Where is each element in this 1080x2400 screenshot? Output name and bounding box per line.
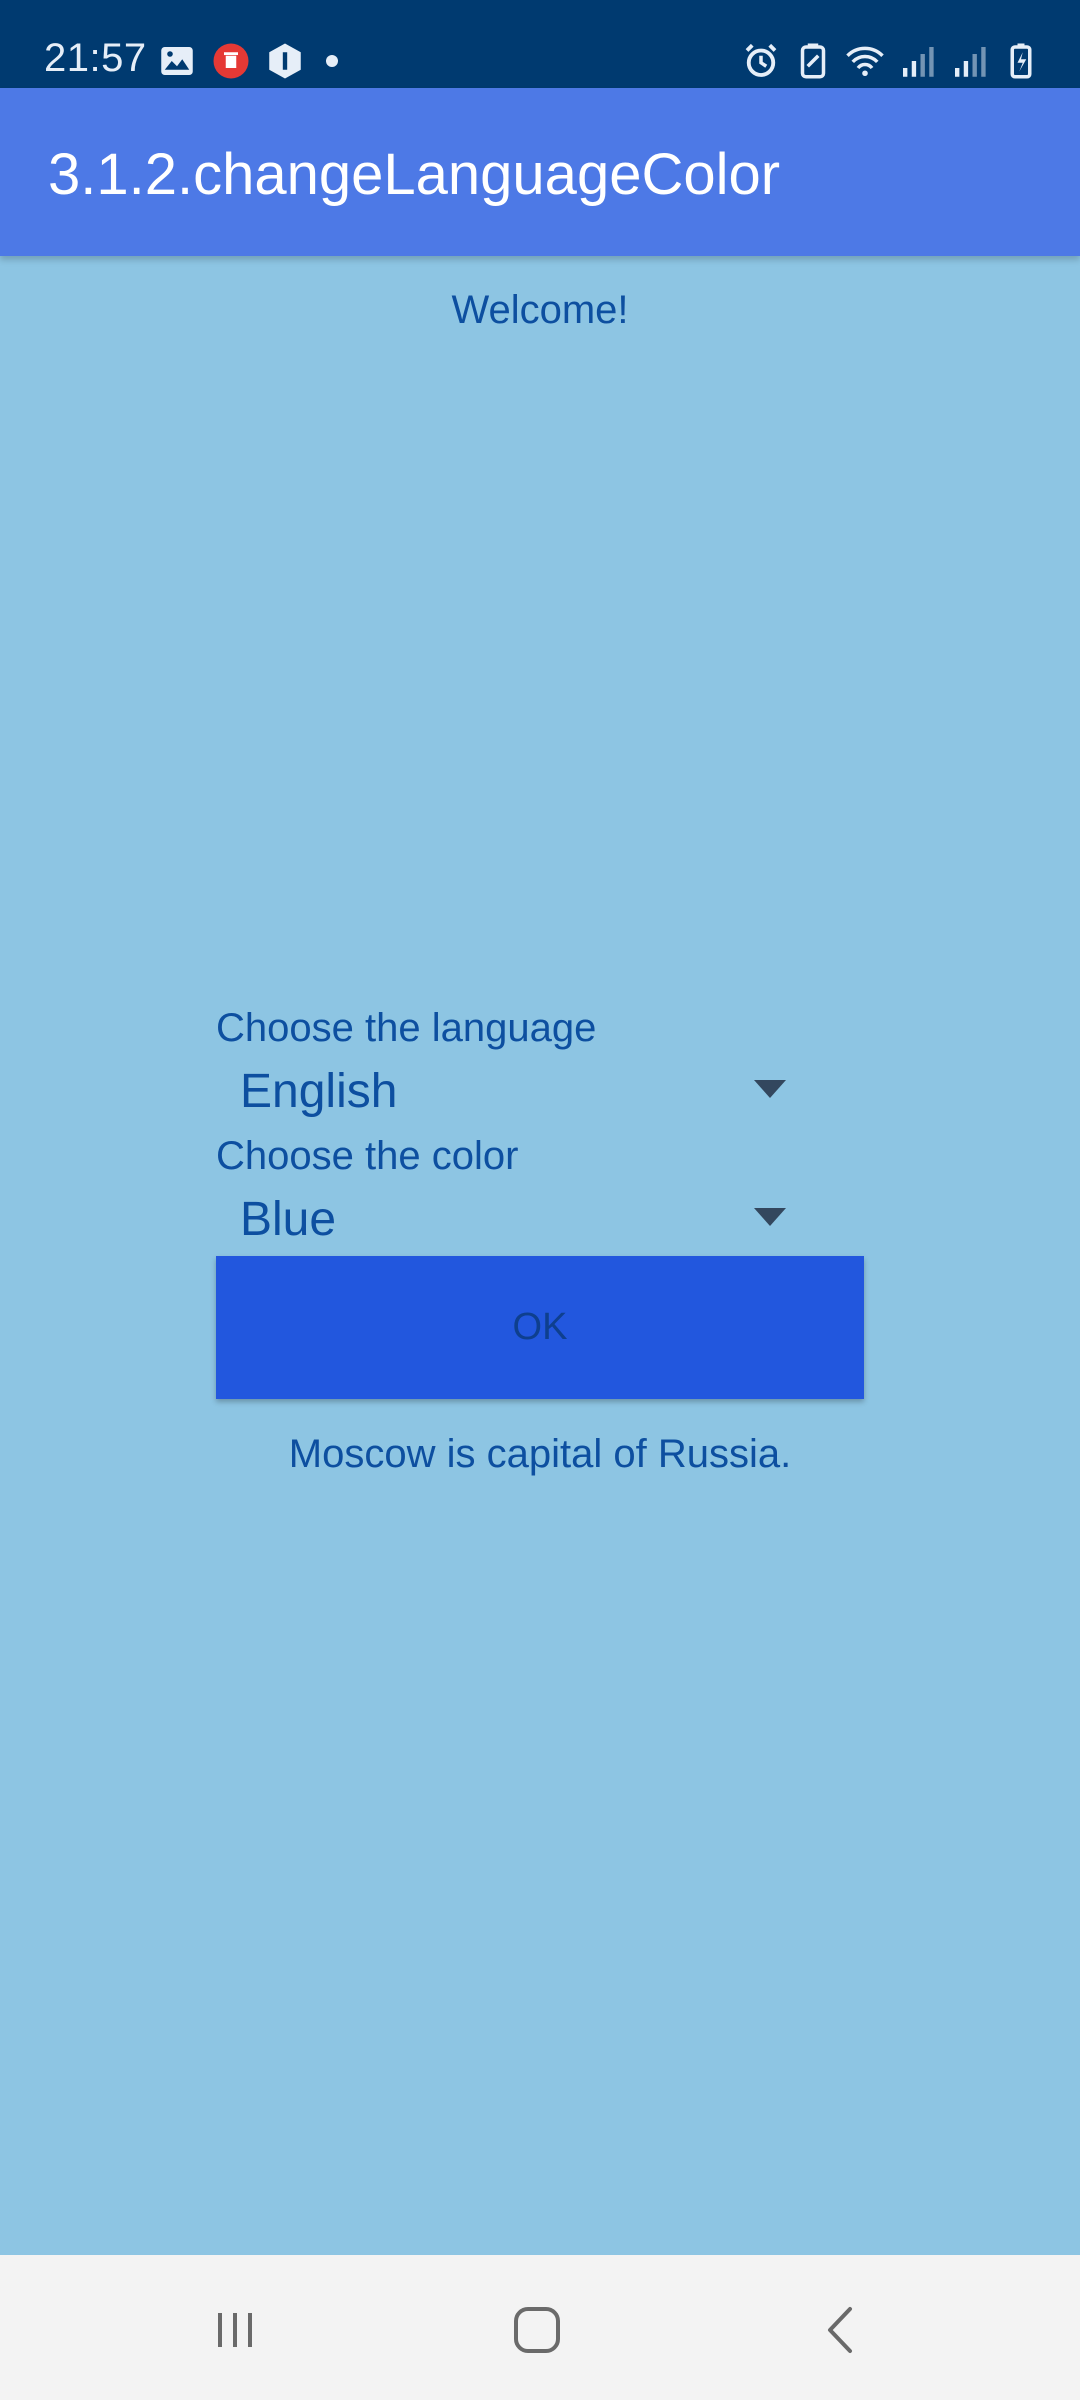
language-spinner-value: English bbox=[240, 1065, 398, 1118]
back-icon bbox=[828, 2307, 852, 2353]
color-spinner-value: Blue bbox=[240, 1193, 337, 1246]
image-icon bbox=[156, 40, 198, 82]
status-left-icons bbox=[156, 38, 338, 84]
alarm-icon bbox=[740, 40, 782, 82]
status-time: 21:57 bbox=[44, 36, 147, 80]
app-title: 3.1.2.changeLanguageColor bbox=[48, 142, 781, 207]
welcome-text: Welcome! bbox=[451, 288, 629, 332]
language-label: Choose the language bbox=[216, 1006, 597, 1050]
dropdown-arrow-icon bbox=[754, 1080, 786, 1098]
recent-apps-button[interactable] bbox=[190, 2285, 280, 2375]
language-spinner[interactable]: English bbox=[216, 1052, 816, 1132]
shield-icon bbox=[264, 40, 306, 82]
color-spinner[interactable]: Blue bbox=[216, 1180, 816, 1260]
ok-button[interactable]: OK bbox=[216, 1256, 864, 1399]
home-icon bbox=[514, 2307, 560, 2353]
color-label: Choose the color bbox=[216, 1134, 519, 1178]
back-button[interactable] bbox=[796, 2285, 886, 2375]
wifi-icon bbox=[844, 40, 886, 82]
status-right-icons bbox=[740, 38, 1042, 84]
navigation-bar bbox=[0, 2255, 1080, 2400]
fact-text: Moscow is capital of Russia. bbox=[288, 1432, 792, 1476]
battery-icon bbox=[1000, 40, 1042, 82]
battery-saver-icon bbox=[792, 40, 834, 82]
signal-icon bbox=[896, 40, 938, 82]
signal-icon-2 bbox=[948, 40, 990, 82]
recorder-icon bbox=[210, 40, 252, 82]
status-bar: 21:57 bbox=[0, 0, 1080, 88]
recent-apps-icon bbox=[218, 2313, 252, 2347]
notification-dot bbox=[326, 55, 338, 67]
home-button[interactable] bbox=[492, 2285, 582, 2375]
app-bar: 3.1.2.changeLanguageColor bbox=[0, 88, 1080, 256]
dropdown-arrow-icon bbox=[754, 1208, 786, 1226]
